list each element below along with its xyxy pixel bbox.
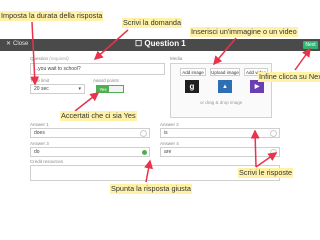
- arrow-question: [93, 29, 129, 60]
- note-answers: Scrivi le risposte: [238, 168, 294, 178]
- arrow-image: [213, 37, 237, 66]
- arrow-duration: [30, 21, 40, 86]
- arrow-answers-right: [255, 152, 278, 168]
- note-duration: Imposta la durata della risposta: [0, 11, 104, 21]
- arrow-correct: [144, 159, 154, 183]
- note-correct-yes: Accertati che ci sia Yes: [60, 111, 137, 121]
- arrow-answers-top: [250, 129, 260, 168]
- note-question: Scrivi la domanda: [122, 18, 182, 28]
- arrow-toggle: [74, 92, 100, 112]
- note-mark-correct: Spunta la risposta giusta: [110, 184, 192, 194]
- arrow-next: [294, 47, 311, 71]
- note-image: Inserisci un'immagine o un video: [190, 27, 298, 37]
- note-next: Infine clicca su Next: [258, 72, 320, 82]
